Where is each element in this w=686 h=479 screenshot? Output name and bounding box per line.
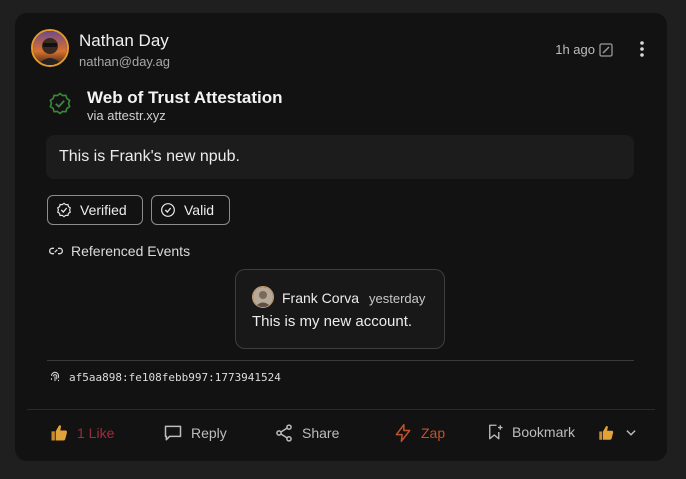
- zap-button[interactable]: Zap: [393, 423, 445, 443]
- referenced-author-avatar[interactable]: [252, 286, 274, 308]
- referenced-events-header: Referenced Events: [48, 243, 190, 259]
- reply-button[interactable]: Reply: [163, 423, 227, 443]
- attestation-source: via attestr.xyz: [87, 108, 166, 123]
- post-time: 1h ago: [555, 42, 613, 57]
- share-button[interactable]: Share: [274, 423, 339, 443]
- share-icon: [276, 424, 292, 442]
- attestation-fingerprint: af5aa898:fe108febb997:1773941524: [48, 370, 281, 384]
- divider: [47, 360, 634, 361]
- bookmark-button[interactable]: Bookmark: [486, 423, 575, 441]
- like-label: 1 Like: [77, 425, 115, 441]
- reply-label: Reply: [191, 425, 227, 441]
- verified-badge[interactable]: Verified: [47, 195, 143, 225]
- thumbs-up-icon: [51, 425, 67, 441]
- reaction-thumbs-up-icon[interactable]: [597, 424, 615, 442]
- note-content: This is Frank's new npub.: [46, 135, 634, 179]
- edit-icon: [599, 42, 613, 57]
- check-circle-icon: [161, 203, 175, 217]
- fingerprint-icon: [50, 371, 60, 382]
- verified-badge-icon: [49, 92, 71, 115]
- verified-icon: [57, 202, 71, 218]
- valid-badge[interactable]: Valid: [151, 195, 230, 225]
- bookmark-label: Bookmark: [512, 424, 576, 440]
- fingerprint-value: af5aa898:fe108febb997:1773941524: [69, 370, 281, 384]
- author-avatar[interactable]: [31, 29, 69, 67]
- referenced-time: yesterday: [369, 291, 426, 306]
- referenced-events-label: Referenced Events: [71, 243, 191, 259]
- author-nip05: nathan@day.ag: [79, 54, 171, 69]
- referenced-author-name[interactable]: Frank Corva: [282, 290, 359, 306]
- verified-label: Verified: [80, 202, 127, 218]
- chevron-down-icon[interactable]: [624, 426, 638, 440]
- referenced-event-card[interactable]: Frank Corva yesterday This is my new acc…: [235, 269, 445, 349]
- referenced-content: This is my new account.: [252, 313, 413, 330]
- bookmark-plus-icon: [489, 424, 503, 440]
- note-card: Nathan Day nathan@day.ag 1h ago Web of T…: [15, 13, 667, 461]
- zap-label: Zap: [421, 425, 446, 441]
- valid-label: Valid: [184, 202, 215, 218]
- attestation-title: Web of Trust Attestation: [87, 88, 283, 107]
- link-icon: [49, 247, 63, 255]
- reply-icon: [164, 425, 182, 441]
- share-label: Share: [302, 425, 340, 441]
- action-divider: [27, 409, 655, 410]
- like-button[interactable]: 1 Like: [49, 423, 114, 443]
- more-options-icon[interactable]: [637, 39, 647, 59]
- author-name[interactable]: Nathan Day: [79, 31, 169, 51]
- lightning-icon: [395, 423, 411, 443]
- post-time-label: 1h ago: [555, 42, 595, 57]
